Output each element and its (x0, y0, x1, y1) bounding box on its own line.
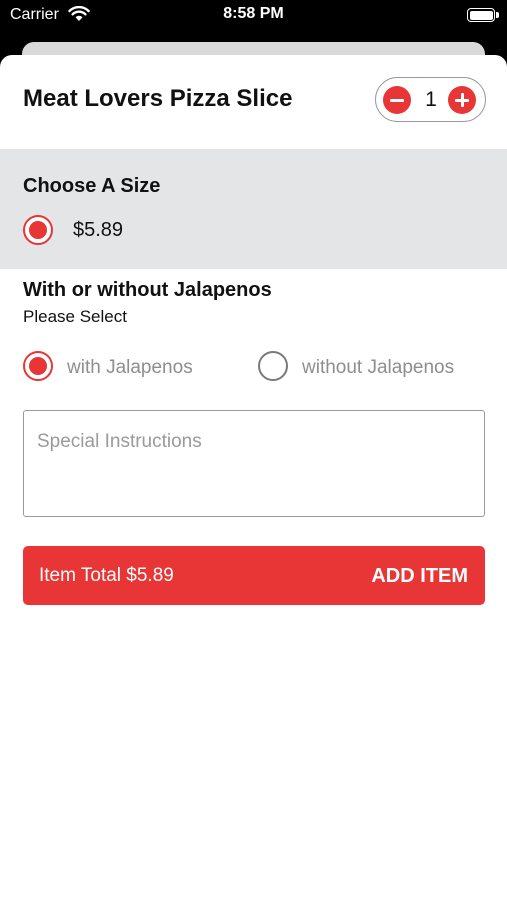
special-instructions-placeholder: Special Instructions (37, 431, 202, 452)
jalapenos-section-subtitle: Please Select (23, 307, 127, 326)
status-bar: Carrier 8:58 PM (0, 0, 507, 34)
with-jalapenos-label: with Jalapenos (67, 357, 193, 378)
special-instructions-field[interactable]: Special Instructions (23, 410, 485, 517)
plus-icon[interactable] (448, 86, 476, 114)
status-time: 8:58 PM (223, 5, 284, 22)
item-total: Item Total $5.89 (39, 565, 174, 586)
radio-selected-icon[interactable] (23, 215, 53, 245)
jalapenos-section-title: With or without Jalapenos (23, 279, 272, 301)
add-item-button[interactable]: Item Total $5.89 ADD ITEM (23, 546, 485, 605)
add-item-label: ADD ITEM (371, 565, 468, 587)
quantity-value: 1 (425, 88, 437, 111)
quantity-stepper: 1 (375, 77, 486, 122)
size-section: Choose A Size $5.89 (0, 149, 507, 269)
without-jalapenos-label: without Jalapenos (302, 357, 455, 378)
radio-selected-icon[interactable] (23, 351, 53, 381)
size-option[interactable]: $5.89 (23, 215, 223, 247)
item-title: Meat Lovers Pizza Slice (23, 85, 293, 112)
radio-unselected-icon[interactable] (258, 351, 288, 381)
size-option-price: $5.89 (73, 219, 124, 241)
size-section-title: Choose A Size (23, 175, 161, 197)
minus-icon[interactable] (383, 86, 411, 114)
item-detail-sheet: Meat Lovers Pizza Slice 1 Choose A Size … (0, 55, 507, 900)
without-jalapenos-option[interactable]: without Jalapenos (258, 351, 493, 383)
battery-icon (467, 8, 499, 22)
with-jalapenos-option[interactable]: with Jalapenos (23, 351, 223, 383)
